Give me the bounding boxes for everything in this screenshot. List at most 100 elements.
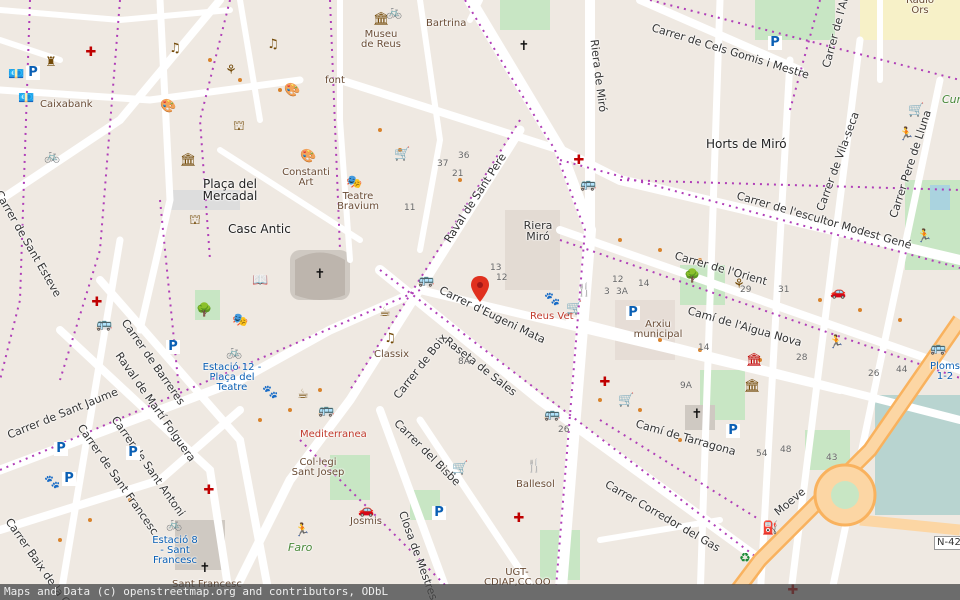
bicycle-icon[interactable]: 🚲	[44, 150, 60, 164]
museum-icon[interactable]: 🏛	[373, 13, 390, 27]
fitness-icon[interactable]: 🏃	[828, 336, 844, 350]
parking-icon[interactable]: P	[626, 306, 640, 320]
parking-icon[interactable]: P	[432, 506, 446, 520]
church-icon[interactable]: ✝	[313, 268, 327, 282]
house-number: 26	[558, 425, 570, 435]
bicycle-icon[interactable]: 🚲	[386, 6, 402, 20]
poi-label-faro: Faro	[288, 541, 313, 554]
car-icon[interactable]: 🚗	[830, 286, 846, 300]
art-icon[interactable]: 🎨	[300, 150, 316, 164]
shop-icon[interactable]: 🛒	[394, 148, 410, 162]
house-number: 26	[868, 369, 880, 379]
poi-label-ploms: Ploms 1-2	[930, 361, 960, 382]
poi-label-teatre-bravium: Teatre Bravium	[337, 191, 379, 212]
poi-label-classix: Classix	[374, 349, 410, 360]
parking-icon[interactable]: P	[26, 66, 40, 80]
house-number: 54	[756, 449, 768, 459]
church-icon[interactable]: ✝	[690, 408, 704, 422]
parking-icon[interactable]: P	[166, 340, 180, 354]
church-icon[interactable]: ✝	[517, 40, 531, 54]
house-number: 44	[896, 365, 908, 375]
bus-stop-icon[interactable]: 🚌	[544, 408, 560, 422]
bank-icon[interactable]: 💶	[18, 92, 34, 106]
bank-icon[interactable]: 💶	[8, 68, 24, 82]
bus-stop-icon[interactable]: 🚌	[580, 178, 596, 192]
poi-label-arxiu: Arxiu municipal	[633, 319, 683, 340]
fitness-icon[interactable]: 🏃	[294, 524, 310, 538]
pharmacy-icon[interactable]: ✚	[90, 296, 104, 310]
poi-label-caixabank: Caixabank	[40, 99, 93, 110]
pharmacy-icon[interactable]: ✚	[84, 46, 98, 60]
poi-label-font: font	[325, 75, 345, 86]
poi-label-ballesol: Ballesol	[516, 479, 555, 490]
place-label-placa-mercadal: Plaça del Mercadal	[202, 177, 258, 203]
attribution-bar: Maps and Data (c) openstreetmap.org and …	[0, 584, 960, 600]
bus-stop-icon[interactable]: 🚌	[318, 404, 334, 418]
bus-stop-icon[interactable]: 🚌	[930, 342, 946, 356]
statue-icon[interactable]: ♜	[44, 56, 58, 70]
historic-icon[interactable]: ⛫	[188, 214, 202, 228]
map-view[interactable]: Carrer de Cels Gomis i Mestre Riera de M…	[0, 0, 960, 600]
art-icon[interactable]: 🎨	[284, 84, 300, 98]
theatre-icon[interactable]: 🎭	[232, 314, 248, 328]
church-icon[interactable]: ✝	[198, 562, 212, 576]
townhall-icon[interactable]: 🏛	[744, 380, 761, 394]
parking-icon[interactable]: P	[768, 36, 782, 50]
house-number: 43	[826, 453, 838, 463]
parking-icon[interactable]: P	[126, 446, 140, 460]
house-number: 9A	[680, 381, 692, 391]
restaurant-icon[interactable]: 🍴	[576, 284, 592, 298]
pharmacy-icon[interactable]: ✚	[572, 154, 586, 168]
cafe-icon[interactable]: ☕	[296, 388, 310, 402]
fuel-icon[interactable]: ⛽	[762, 522, 778, 536]
parking-icon[interactable]: P	[62, 472, 76, 486]
recycling-icon[interactable]: ♻	[738, 552, 752, 566]
house-number: 48	[780, 445, 792, 455]
road-ref-n420: N-420	[934, 536, 960, 550]
vet-icon[interactable]: 🐾	[544, 293, 560, 307]
shop-icon[interactable]: 🛒	[618, 394, 634, 408]
art-icon[interactable]: 🎨	[160, 100, 176, 114]
house-number: 31	[778, 285, 790, 295]
poi-label-col-legi: Col·legi Sant Josep	[291, 457, 345, 478]
house-number: 28	[796, 353, 808, 363]
bicycle-icon[interactable]: 🚲	[226, 346, 242, 360]
poi-label-mediterranea: Mediterranea	[300, 429, 367, 440]
theatre-icon[interactable]: 🎭	[346, 176, 362, 190]
pharmacy-icon[interactable]: ✚	[598, 376, 612, 390]
house-number: 14	[638, 279, 650, 289]
music-icon[interactable]: ♫	[168, 42, 182, 56]
pharmacy-icon[interactable]: ✚	[512, 512, 526, 526]
museum-icon[interactable]: 🏛	[180, 154, 197, 168]
car-icon[interactable]: 🚗	[358, 504, 374, 518]
dance-icon[interactable]: ⚘	[224, 64, 238, 78]
parking-icon[interactable]: P	[54, 442, 68, 456]
shop-icon[interactable]: 🛒	[566, 302, 582, 316]
historic-icon[interactable]: ⛫	[232, 120, 246, 134]
dance-icon[interactable]: ⚘	[732, 278, 746, 292]
bicycle-icon[interactable]: 🚲	[166, 518, 182, 532]
music-icon[interactable]: ♫	[266, 38, 280, 52]
parking-icon[interactable]: P	[726, 424, 740, 438]
location-marker-icon[interactable]	[471, 276, 489, 302]
dog-park-icon[interactable]: 🐾	[262, 386, 278, 400]
bus-stop-icon[interactable]: 🚌	[418, 274, 434, 288]
shop-icon[interactable]: 🛒	[452, 462, 468, 476]
playground-icon[interactable]: 🌳	[684, 270, 700, 284]
music-icon[interactable]: ♫	[383, 332, 397, 346]
bus-stop-icon[interactable]: 🚌	[96, 318, 112, 332]
pharmacy-icon[interactable]: ✚	[202, 484, 216, 498]
book-icon[interactable]: 📖	[252, 274, 268, 288]
house-number: 3	[604, 287, 610, 297]
fitness-icon[interactable]: 🏃	[916, 230, 932, 244]
fitness-icon[interactable]: 🏃	[898, 128, 914, 142]
dog-park-icon[interactable]: 🐾	[44, 476, 60, 490]
house-number: 12	[612, 275, 624, 285]
townhall-icon[interactable]: 🏛	[746, 354, 763, 368]
cafe-icon[interactable]: ☕	[378, 306, 392, 320]
playground-icon[interactable]: 🌳	[196, 304, 212, 318]
poi-label-josmis: Josmis	[350, 516, 383, 527]
shop-icon[interactable]: 🛒	[908, 104, 924, 118]
restaurant-icon[interactable]: 🍴	[526, 460, 542, 474]
poi-label-bartrina: Bartrina	[426, 18, 467, 29]
